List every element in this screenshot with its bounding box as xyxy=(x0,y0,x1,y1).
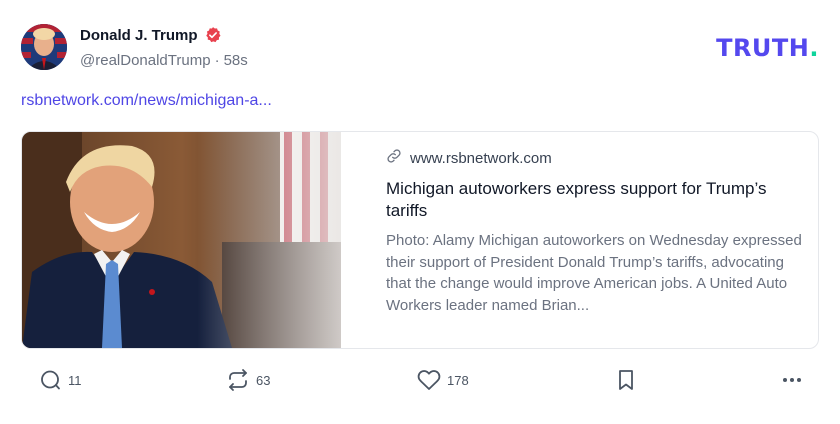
reply-button[interactable]: 11 xyxy=(38,368,82,392)
bookmark-button[interactable] xyxy=(614,368,638,392)
like-button[interactable]: 178 xyxy=(417,368,469,392)
logo-text: TRUTH xyxy=(716,34,810,62)
avatar[interactable] xyxy=(21,24,67,70)
retruth-button[interactable]: 63 xyxy=(226,368,270,392)
verified-badge-icon xyxy=(204,26,222,44)
reply-icon xyxy=(38,368,62,392)
card-body: www.rsbnetwork.com Michigan autoworkers … xyxy=(386,148,806,316)
handle[interactable]: @realDonaldTrump xyxy=(80,52,211,69)
truth-logo[interactable]: TRUTH. xyxy=(716,34,819,62)
meta-row: @realDonaldTrump · 58s xyxy=(80,52,248,69)
logo-dot: . xyxy=(809,34,819,62)
card-domain-row: www.rsbnetwork.com xyxy=(386,148,806,168)
retruth-icon xyxy=(226,368,250,392)
link-preview-card[interactable]: www.rsbnetwork.com Michigan autoworkers … xyxy=(21,131,819,349)
post-link[interactable]: rsbnetwork.com/news/michigan-a... xyxy=(21,92,272,110)
truth-post: Donald J. Trump @realDonaldTrump · 58s T… xyxy=(0,0,840,424)
card-title: Michigan autoworkers express support for… xyxy=(386,179,767,220)
card-image xyxy=(22,132,341,348)
display-name[interactable]: Donald J. Trump xyxy=(80,27,198,44)
link-icon xyxy=(386,148,402,168)
post-header: Donald J. Trump @realDonaldTrump · 58s xyxy=(21,24,821,72)
more-horizontal-icon xyxy=(780,368,804,392)
heart-icon xyxy=(417,368,441,392)
action-bar: 11 63 178 xyxy=(0,368,840,400)
bookmark-icon xyxy=(614,368,638,392)
name-row: Donald J. Trump xyxy=(80,26,222,44)
meta-separator: · xyxy=(214,52,220,69)
retruth-count: 63 xyxy=(256,372,271,388)
reply-count: 11 xyxy=(68,372,82,388)
timestamp[interactable]: 58s xyxy=(224,52,248,69)
card-domain: www.rsbnetwork.com xyxy=(410,149,552,167)
like-count: 178 xyxy=(447,372,469,388)
more-options-button[interactable] xyxy=(780,368,804,392)
card-description: Photo: Alamy Michigan autoworkers on Wed… xyxy=(386,232,802,314)
